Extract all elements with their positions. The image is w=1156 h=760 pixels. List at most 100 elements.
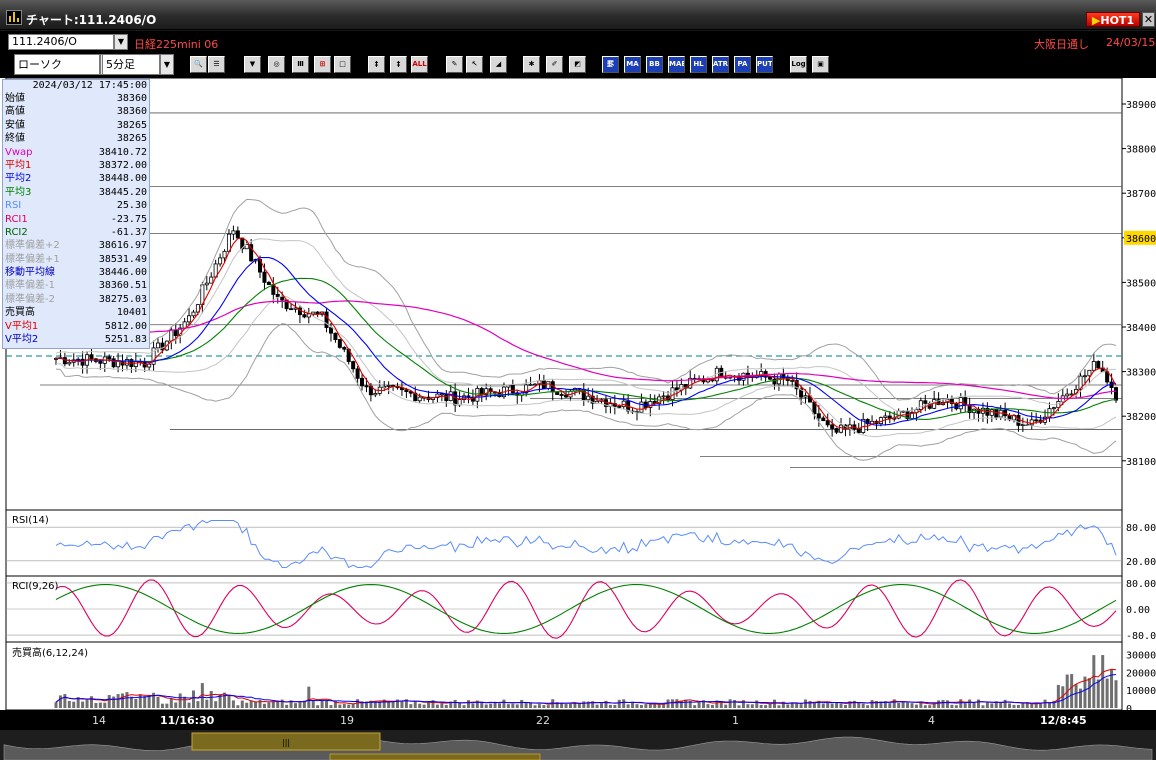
info-key: 終値 <box>5 133 25 145</box>
hl-button[interactable]: HL <box>690 56 707 73</box>
kei-button[interactable]: 罫 <box>602 56 619 73</box>
info-value: 38410.72 <box>98 146 147 158</box>
candle-body <box>923 400 928 404</box>
settings-icon: ✱ <box>528 60 535 68</box>
volume-bar <box>648 704 652 708</box>
candle-body <box>351 361 356 370</box>
volume-bar <box>1087 678 1091 708</box>
volume-bar <box>826 703 830 708</box>
candle-body <box>546 381 551 389</box>
hot-badge[interactable]: ▶HOT1 <box>1086 12 1140 27</box>
candle-body <box>1069 393 1074 396</box>
bar-chart-button[interactable]: Ⅲ <box>292 56 309 73</box>
time-tick-label: 12/8:45 <box>1040 714 1087 727</box>
volume-bar <box>285 704 289 708</box>
chart-zoom-button[interactable]: ◎ <box>268 56 285 73</box>
volume-bar <box>737 705 741 708</box>
mae-button[interactable]: MAE <box>668 56 685 73</box>
eraser-button[interactable]: ◢ <box>490 56 507 73</box>
candle-body <box>803 395 808 398</box>
chart-type-select[interactable]: ローソク <box>14 54 100 75</box>
volume-bar <box>733 700 737 708</box>
cursor-button[interactable]: ↖ <box>466 56 483 73</box>
volume-tick-label: 10000 <box>1126 686 1156 697</box>
overview-canvas[interactable]: ||| <box>0 730 1156 760</box>
volume-bar <box>950 704 954 708</box>
log-button[interactable]: Log <box>790 56 807 73</box>
candle-body <box>160 342 165 351</box>
pen-button[interactable]: ✎ <box>446 56 463 73</box>
volume-bar <box>1096 679 1100 708</box>
candle2-button[interactable]: ‡ <box>390 56 407 73</box>
symbol-input[interactable]: 111.2406/O <box>8 34 114 50</box>
symbol-dropdown-button[interactable]: ▼ <box>114 34 128 50</box>
price-panel <box>5 78 1123 511</box>
close-button[interactable]: ✕ <box>1142 12 1155 27</box>
atr-button[interactable]: ATR <box>712 56 729 73</box>
candle-body <box>1065 393 1070 397</box>
candle-body <box>457 399 462 406</box>
info-value: 38360 <box>116 106 147 118</box>
volume-bar <box>223 692 227 708</box>
volume-bar <box>325 700 329 708</box>
volume-bar <box>728 699 732 708</box>
volume-bar <box>267 702 271 708</box>
para-button[interactable]: PA <box>734 56 751 73</box>
volume-bar <box>187 702 191 708</box>
candle-body <box>439 393 444 396</box>
volume-bar <box>529 702 533 708</box>
candle-body <box>324 311 329 328</box>
all-button[interactable]: ALL <box>411 56 428 73</box>
volume-bar <box>1003 699 1007 708</box>
volume-bar <box>94 702 98 708</box>
palette-button[interactable]: ◩ <box>569 56 586 73</box>
candle-red-button[interactable]: ⊞ <box>314 56 331 73</box>
volume-bar <box>520 699 524 708</box>
put-button[interactable]: PUT <box>756 56 773 73</box>
volume-bar <box>511 703 515 708</box>
candle-body <box>617 406 622 408</box>
volume-bar <box>160 703 164 708</box>
candle-body <box>116 360 121 368</box>
wrench-button[interactable]: ✐ <box>546 56 563 73</box>
info-value: 25.30 <box>116 200 147 212</box>
bb-button[interactable]: BB <box>646 56 663 73</box>
info-value: 38275.03 <box>98 293 147 305</box>
info-value: 38265 <box>116 133 147 145</box>
info-key: 平均2 <box>5 173 32 185</box>
interval-dropdown[interactable]: ▼ <box>160 54 174 75</box>
volume-bar <box>582 701 586 708</box>
info-key: 標準偏差-1 <box>5 280 55 292</box>
volume-bar <box>542 705 546 708</box>
overview-scrollbar[interactable]: ||| <box>0 730 1156 760</box>
volume-bar <box>391 701 395 708</box>
volume-bar <box>138 694 142 708</box>
settings-button[interactable]: ✱ <box>523 56 540 73</box>
candle-down-button[interactable]: ▼ <box>244 56 261 73</box>
volume-bar <box>298 701 302 708</box>
candle-body <box>670 387 675 400</box>
candle-body <box>444 393 449 401</box>
volume-bar <box>293 703 297 708</box>
window-button[interactable]: ▣ <box>812 56 829 73</box>
blank-button[interactable]: □ <box>334 56 351 73</box>
volume-bar <box>205 699 209 708</box>
volume-bar <box>112 696 116 708</box>
chart-canvas[interactable]: 38900 38800 38700 38600 38500 38400 38300 38200… <box>0 78 1156 730</box>
candle-body <box>209 276 214 284</box>
ma-button[interactable]: MA <box>624 56 641 73</box>
volume-bar <box>347 704 351 708</box>
candle-body <box>1034 419 1039 422</box>
interval-select[interactable]: 5分足 <box>102 54 160 75</box>
chart-area[interactable]: 38900 38800 38700 38600 38500 38400 38300 38200… <box>0 78 1156 730</box>
candle-button[interactable]: ‡ <box>368 56 385 73</box>
zoom-button[interactable]: 🔍 <box>190 56 207 73</box>
info-key: 平均3 <box>5 186 32 198</box>
eraser-icon: ◢ <box>495 60 502 68</box>
info-row: V平均1 5812.00 <box>3 320 149 333</box>
volume-bar <box>990 703 994 708</box>
bars-button[interactable]: ☰ <box>208 56 225 73</box>
candle-body <box>173 329 178 337</box>
volume-bar <box>985 702 989 708</box>
volume-bar <box>821 703 825 708</box>
